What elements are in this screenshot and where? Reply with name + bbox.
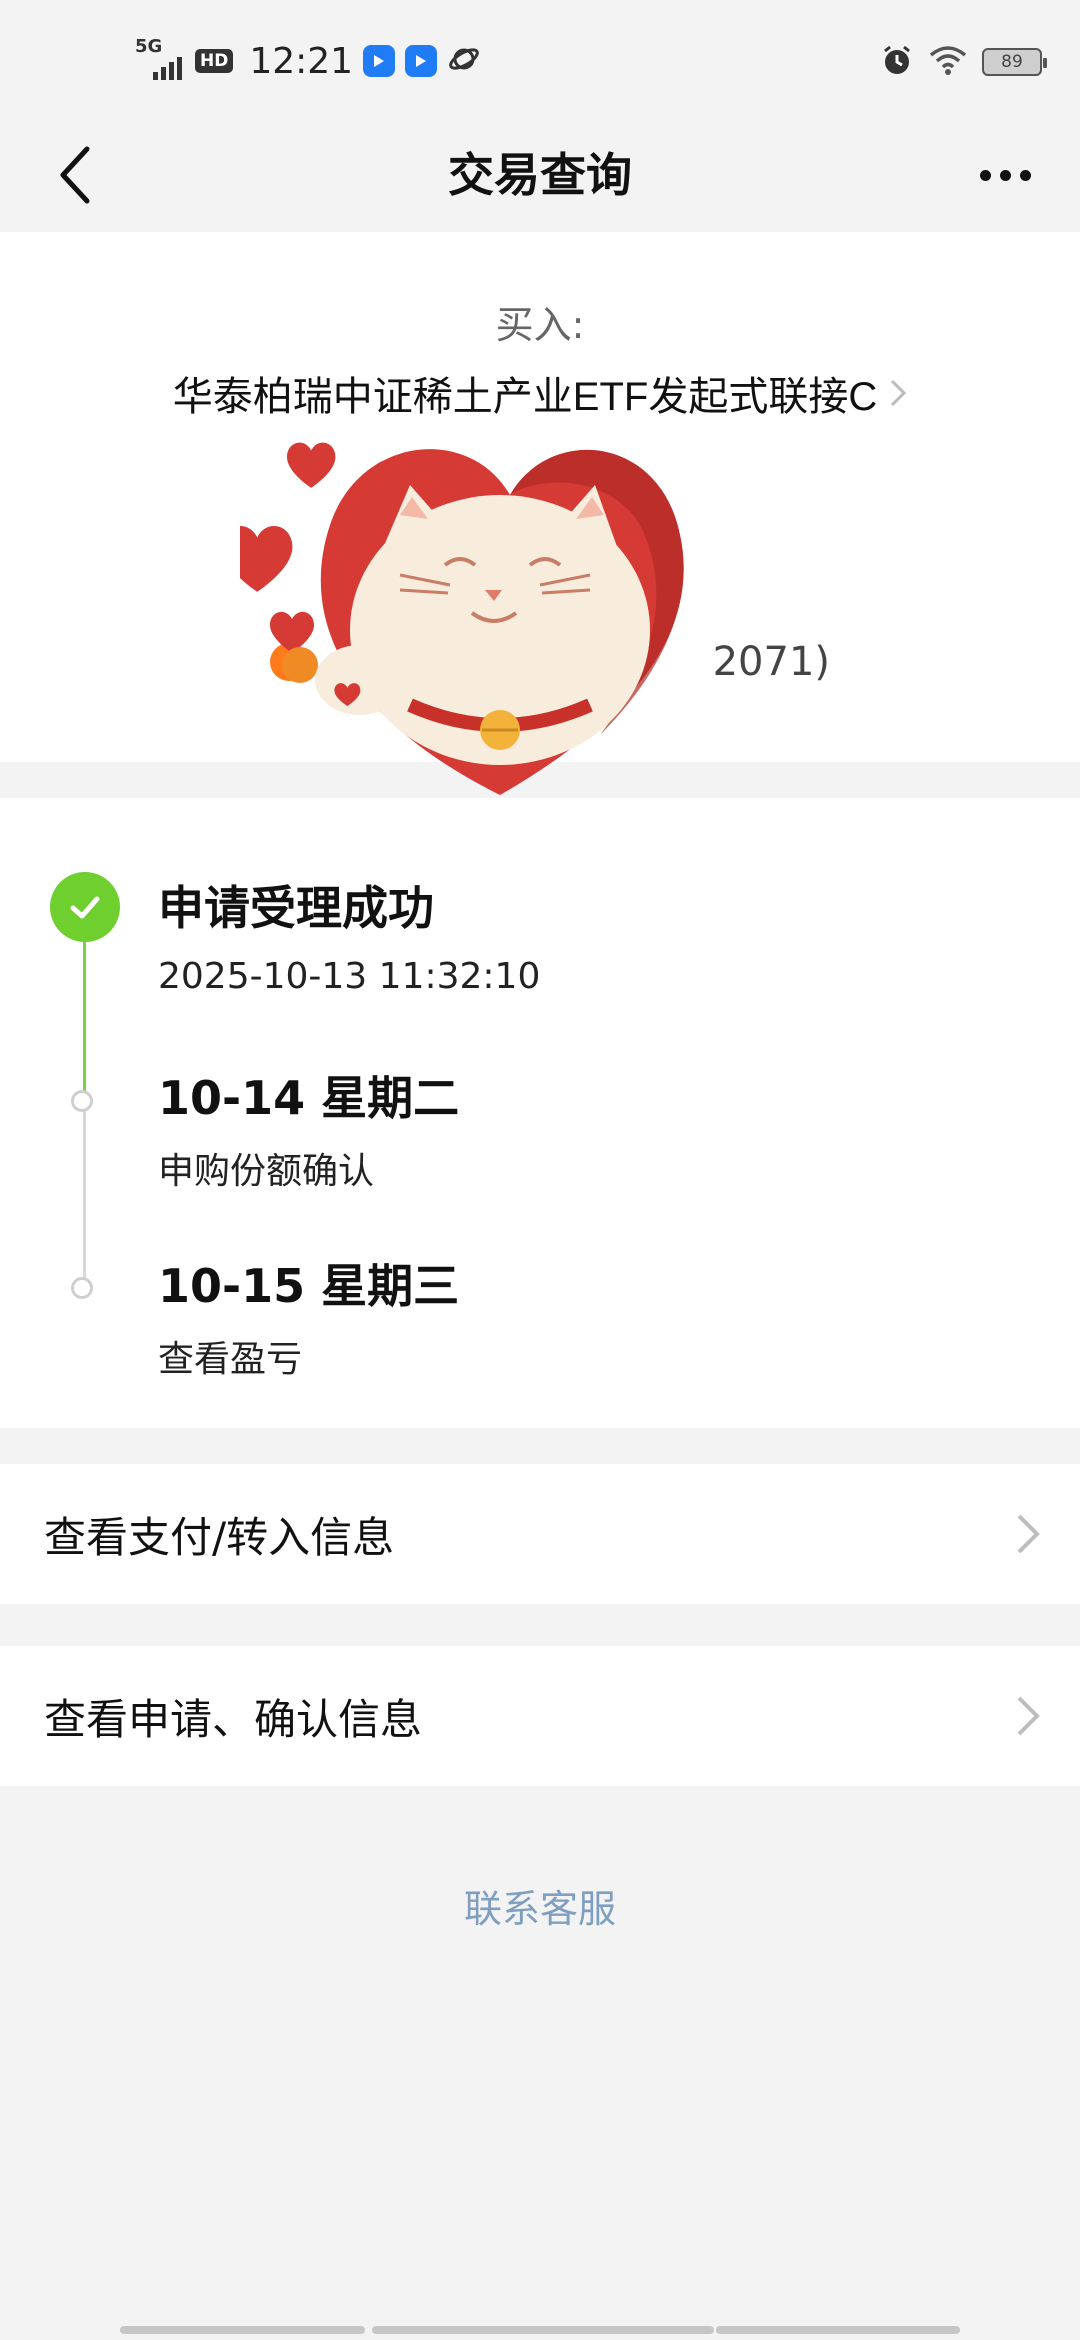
timeline-dot-icon: [71, 1090, 93, 1112]
progress-timeline-card: 申请受理成功 2025-10-13 11:32:10 10-14 星期二 申购份…: [0, 798, 1080, 1428]
status-right: 89: [880, 40, 1047, 84]
battery-indicator: 89: [982, 48, 1047, 76]
check-circle-icon: [50, 872, 120, 942]
gesture-bar: [716, 2326, 960, 2334]
fund-name: 华泰柏瑞中证稀土产业ETF发起式联接C: [172, 375, 878, 419]
more-dot-icon: [999, 169, 1011, 181]
back-arrow-icon: [60, 146, 90, 204]
back-button[interactable]: [40, 138, 110, 212]
more-dot-icon: [1019, 169, 1031, 181]
timeline-step-title: 10-14 星期二: [158, 1071, 460, 1125]
chevron-right-icon: [891, 379, 907, 407]
app-notification-icon: [363, 45, 396, 77]
more-options-button[interactable]: [960, 138, 1050, 212]
payment-info-label: 查看支付/转入信息: [44, 1512, 395, 1562]
timeline-connector-pending: [83, 1098, 86, 1283]
page-title: 交易查询: [448, 148, 632, 202]
payment-info-row[interactable]: 查看支付/转入信息: [0, 1464, 1080, 1604]
status-bar: 5G HD 12:21 89: [0, 0, 1080, 120]
cat-heart-sticker-overlay: [240, 442, 684, 795]
timeline-dot-icon: [71, 1277, 93, 1299]
title-bar: 交易查询: [0, 120, 1080, 230]
hd-badge: HD: [195, 49, 234, 73]
wifi-icon: [928, 43, 968, 81]
timeline-step-sub: 查看盈亏: [158, 1339, 303, 1380]
more-dot-icon: [979, 169, 991, 181]
app-notification-icon: [405, 45, 438, 77]
planet-icon: [447, 42, 481, 80]
status-time: 12:21: [249, 40, 354, 82]
timeline-step-title: 10-15 星期三: [158, 1259, 460, 1313]
chevron-right-icon: [1008, 1691, 1048, 1741]
apply-confirm-info-row[interactable]: 查看申请、确认信息: [0, 1646, 1080, 1786]
timeline-step-sub: 申购份额确认: [158, 1151, 375, 1192]
fund-link[interactable]: 华泰柏瑞中证稀土产业ETF发起式联接C: [0, 364, 1080, 422]
contact-service-link[interactable]: 联系客服: [0, 1878, 1080, 1933]
buy-label: 买入:: [495, 303, 585, 347]
gesture-bar: [120, 2326, 365, 2334]
apply-confirm-info-label: 查看申请、确认信息: [44, 1694, 423, 1744]
alarm-icon: [880, 43, 914, 81]
status-left: 5G HD 12:21: [135, 36, 481, 84]
timeline-step-title: 申请受理成功: [158, 881, 434, 935]
chevron-right-icon: [1008, 1509, 1048, 1559]
cellular-signal-icon: 5G: [135, 36, 185, 84]
timeline-step-sub: 2025-10-13 11:32:10: [158, 956, 541, 997]
gesture-bar: [372, 2326, 714, 2334]
